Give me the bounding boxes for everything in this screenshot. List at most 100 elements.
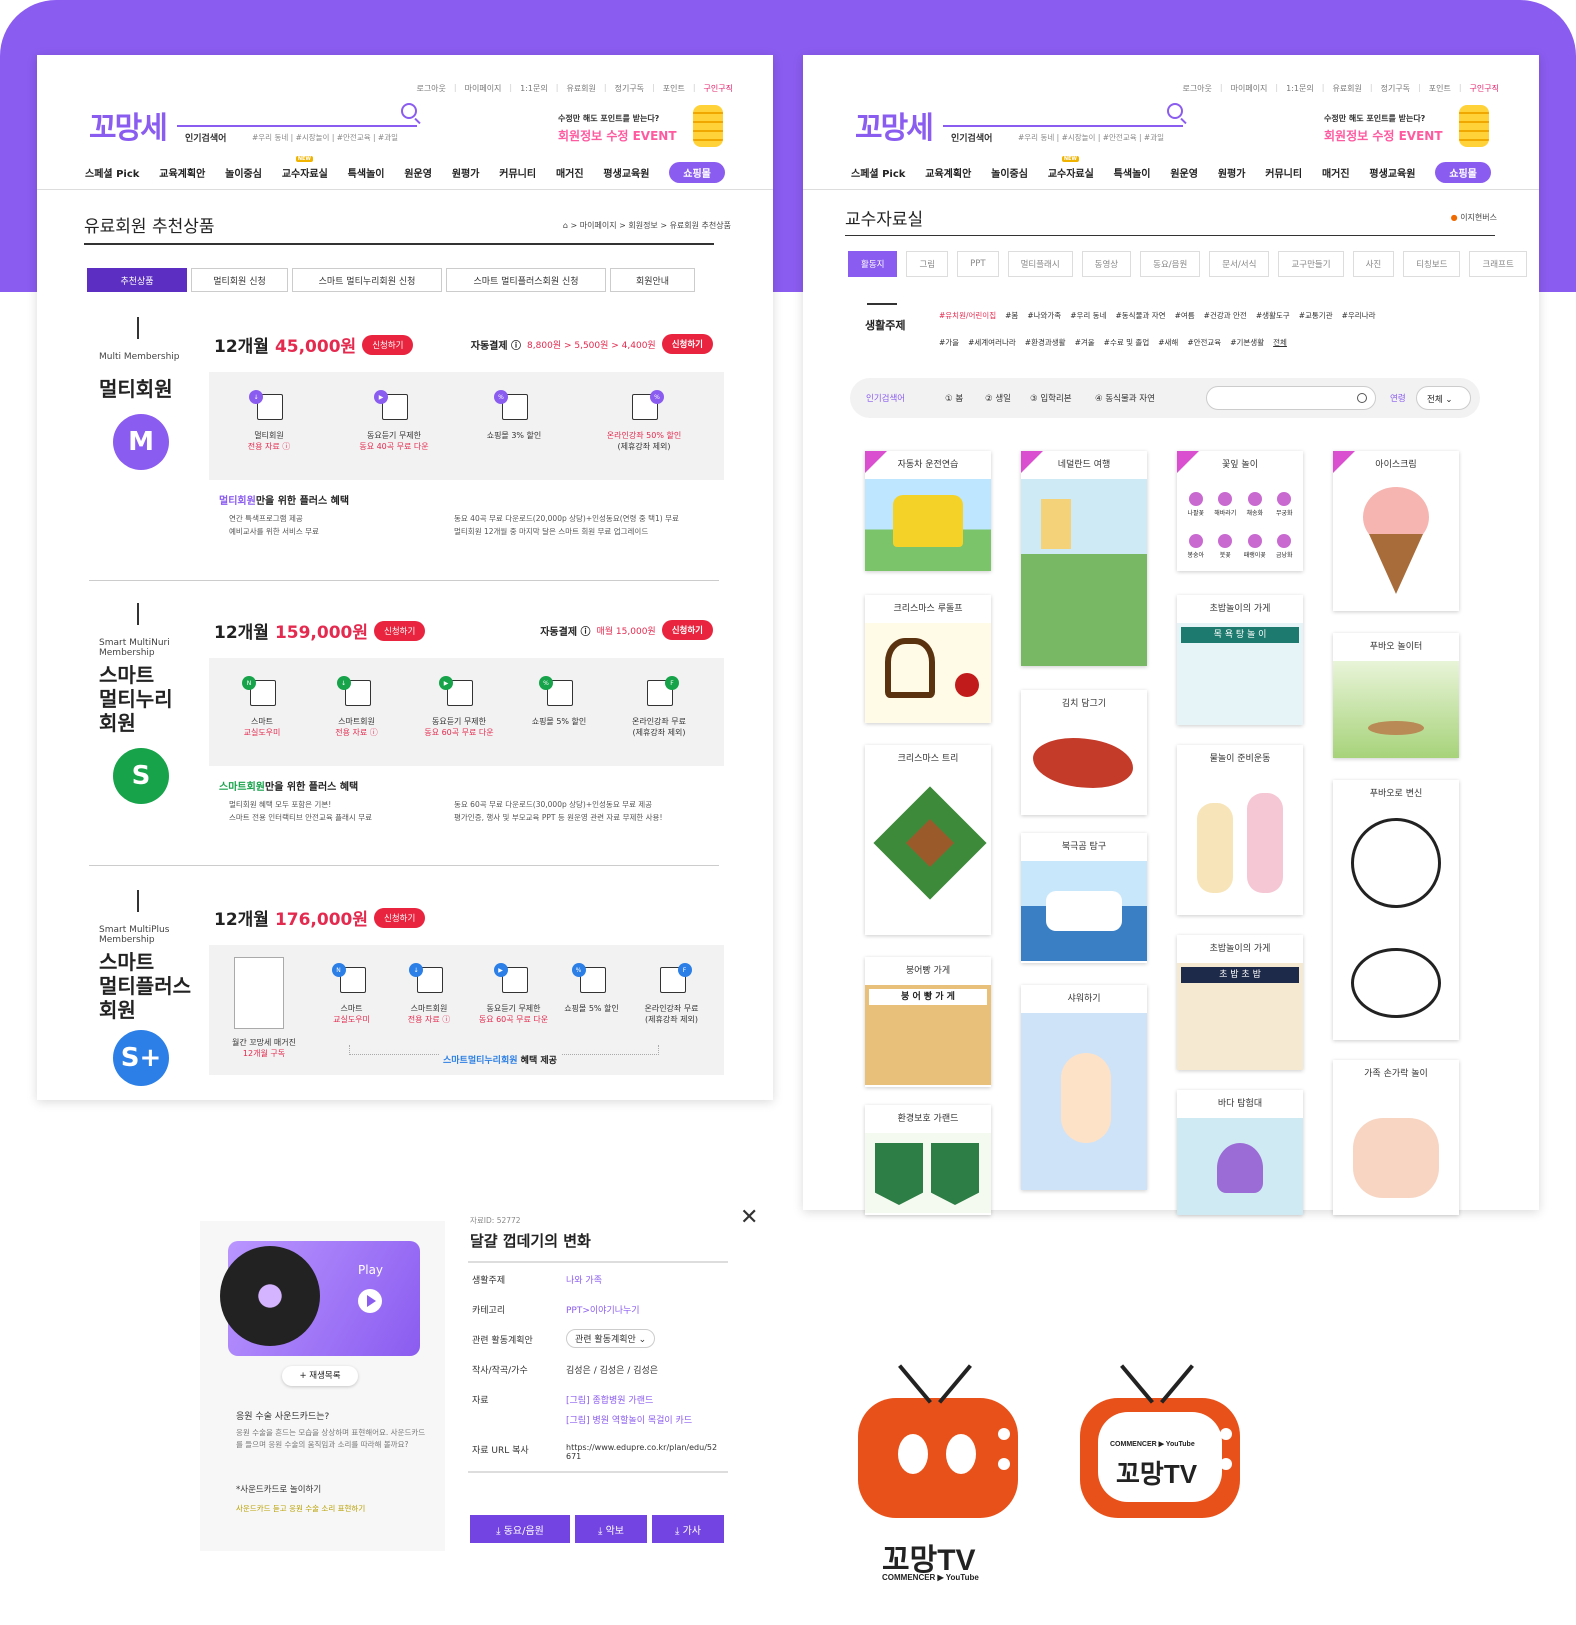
inquiry-link[interactable]: 1:1문의 bbox=[1286, 83, 1314, 94]
nav-evaluation[interactable]: 원평가 bbox=[1218, 165, 1246, 180]
theme-tag[interactable]: 전체 bbox=[1273, 337, 1287, 348]
tab-craft[interactable]: 크래프트 bbox=[1469, 251, 1527, 277]
logo[interactable]: 꼬망세 bbox=[855, 103, 934, 147]
apply-button[interactable]: 신청하기 bbox=[374, 620, 426, 641]
add-playlist-button[interactable]: + 재생목록 bbox=[282, 1366, 358, 1386]
point-link[interactable]: 포인트 bbox=[663, 83, 685, 94]
mypage-link[interactable]: 마이페이지 bbox=[1231, 83, 1268, 94]
theme-tag[interactable]: #기본생활 bbox=[1230, 337, 1264, 348]
search-icon[interactable] bbox=[1167, 103, 1183, 119]
material-card[interactable]: 푸바오 놀이터 bbox=[1333, 633, 1459, 758]
tab-member-info[interactable]: 회원안내 bbox=[610, 268, 695, 292]
material-card[interactable]: 크리스마스 루돌프 bbox=[865, 595, 991, 723]
shop-button[interactable]: 쇼핑몰 bbox=[669, 162, 725, 183]
material-card[interactable]: 샤워하기 bbox=[1021, 985, 1147, 1190]
theme-tag[interactable]: #환경과생활 bbox=[1025, 337, 1066, 348]
download-score-button[interactable]: ⤓ 악보 bbox=[575, 1515, 647, 1543]
subscription-link[interactable]: 정기구독 bbox=[615, 83, 644, 94]
nav-operation[interactable]: 원운영 bbox=[404, 165, 432, 180]
download-song-button[interactable]: ⤓ 동요/음원 bbox=[470, 1515, 570, 1543]
search-icon[interactable] bbox=[401, 103, 417, 119]
material-card[interactable]: 아이스크림 bbox=[1333, 451, 1459, 611]
tab-worksheet[interactable]: 활동지 bbox=[848, 251, 898, 277]
nav-special-pick[interactable]: 스페셜 Pick bbox=[851, 165, 905, 180]
keyword-item[interactable]: ④ 동식물과 자연 bbox=[1095, 392, 1155, 404]
tab-multiflash[interactable]: 멀티플래시 bbox=[1007, 251, 1073, 277]
point-link[interactable]: 포인트 bbox=[1429, 83, 1451, 94]
jobs-link[interactable]: 구인구직 bbox=[1470, 83, 1499, 94]
material-card[interactable]: 물놀이 준비운동 bbox=[1177, 745, 1303, 915]
plan-select[interactable]: 관련 활동계획안 ⌄ bbox=[566, 1329, 656, 1348]
search-input[interactable] bbox=[943, 103, 1183, 127]
theme-tag[interactable]: #수료 및 졸업 bbox=[1104, 337, 1150, 348]
tab-picture[interactable]: 그림 bbox=[906, 251, 949, 277]
nav-play[interactable]: 놀이중심 bbox=[225, 165, 262, 180]
theme-tag[interactable]: #동식물과 자연 bbox=[1115, 310, 1165, 321]
search-icon[interactable] bbox=[1357, 393, 1367, 403]
apply-button[interactable]: 신청하기 bbox=[374, 907, 426, 928]
tab-song[interactable]: 동요/음원 bbox=[1140, 251, 1201, 277]
logout-link[interactable]: 로그아웃 bbox=[416, 83, 445, 94]
material-card[interactable]: 초밥놀이의 가게 목 욕 탕 놀 이 bbox=[1177, 595, 1303, 725]
apply-button[interactable]: 신청하기 bbox=[362, 334, 414, 355]
popular-keyword-tags[interactable]: #우리 동네 | #시장놀이 | #안전교육 | #과일 bbox=[252, 132, 398, 143]
tab-multi[interactable]: 멀티회원 신청 bbox=[191, 268, 288, 292]
paid-member-link[interactable]: 유료회원 bbox=[566, 83, 595, 94]
theme-tag[interactable]: #새해 bbox=[1158, 337, 1178, 348]
nav-magazine[interactable]: 매거진 bbox=[1322, 165, 1350, 180]
material-card[interactable]: 북극곰 탐구 bbox=[1021, 833, 1147, 963]
nav-special-play[interactable]: 특색놀이 bbox=[1114, 165, 1151, 180]
material-card[interactable]: 바다 탐험대 bbox=[1177, 1090, 1303, 1215]
play-button[interactable] bbox=[358, 1289, 382, 1313]
tab-recommended[interactable]: 추천상품 bbox=[87, 268, 187, 292]
jobs-link[interactable]: 구인구직 bbox=[704, 83, 733, 94]
shop-button[interactable]: 쇼핑몰 bbox=[1435, 162, 1491, 183]
nav-community[interactable]: 커뮤니티 bbox=[499, 165, 536, 180]
theme-tag[interactable]: #나와가족 bbox=[1027, 310, 1061, 321]
autopay-apply-button[interactable]: 신청하기 bbox=[661, 620, 713, 640]
tab-teaching-board[interactable]: 티칭보드 bbox=[1403, 251, 1461, 277]
nav-plan[interactable]: 교육계획안 bbox=[925, 165, 971, 180]
event-banner[interactable]: 수정만 해도 포인트를 받는다? 회원정보 수정 EVENT bbox=[558, 105, 723, 155]
age-select[interactable]: 전체 ⌄ bbox=[1416, 386, 1471, 410]
logo[interactable]: 꼬망세 bbox=[89, 103, 168, 147]
nav-evaluation[interactable]: 원평가 bbox=[452, 165, 480, 180]
keyword-item[interactable]: ③ 입학리본 bbox=[1030, 392, 1072, 404]
subscription-link[interactable]: 정기구독 bbox=[1381, 83, 1410, 94]
theme-tag[interactable]: #세계여러나라 bbox=[968, 337, 1016, 348]
nav-magazine[interactable]: 매거진 bbox=[556, 165, 584, 180]
keyword-item[interactable]: ① 봄 bbox=[945, 392, 963, 404]
material-card[interactable]: 꽃잎 놀이 나팔꽃 해바라기 채송화 무궁화 봉숭아 붓꽃 패랭이꽃 금낭화 bbox=[1177, 451, 1303, 571]
theme-tag[interactable]: #안전교육 bbox=[1187, 337, 1221, 348]
tab-teaching-tool[interactable]: 교구만들기 bbox=[1278, 251, 1344, 277]
row-value[interactable]: 나와 가족 bbox=[566, 1273, 602, 1286]
autopay-apply-button[interactable]: 신청하기 bbox=[661, 334, 713, 354]
nav-community[interactable]: 커뮤니티 bbox=[1265, 165, 1302, 180]
nav-lifelong[interactable]: 평생교육원 bbox=[1369, 165, 1415, 180]
tab-smart-multiplus[interactable]: 스마트 멀티플러스회원 신청 bbox=[446, 268, 606, 292]
paid-member-link[interactable]: 유료회원 bbox=[1332, 83, 1361, 94]
tab-photo[interactable]: 사진 bbox=[1352, 251, 1395, 277]
keyword-item[interactable]: ② 생일 bbox=[985, 392, 1011, 404]
theme-tag[interactable]: #교통기관 bbox=[1299, 310, 1333, 321]
material-card[interactable]: 초밥놀이의 가게 초 밥 초 밥 bbox=[1177, 935, 1303, 1070]
search-input[interactable] bbox=[177, 103, 417, 127]
filter-search-input[interactable] bbox=[1206, 386, 1376, 410]
close-icon[interactable]: ✕ bbox=[740, 1205, 758, 1230]
material-card[interactable]: 푸바오로 변신 bbox=[1333, 780, 1459, 1040]
material-card[interactable]: 가족 손가락 놀이 bbox=[1333, 1060, 1459, 1215]
material-card[interactable]: 크리스마스 트리 bbox=[865, 745, 991, 935]
tab-smart-multinuri[interactable]: 스마트 멀티누리회원 신청 bbox=[292, 268, 442, 292]
mypage-link[interactable]: 마이페이지 bbox=[465, 83, 502, 94]
row-value[interactable]: PPT>이야기나누기 bbox=[566, 1303, 640, 1316]
nav-special-pick[interactable]: 스페셜 Pick bbox=[85, 165, 139, 180]
material-card[interactable]: 자동차 운전연습 bbox=[865, 451, 991, 571]
theme-tag[interactable]: #생활도구 bbox=[1256, 310, 1290, 321]
theme-tag[interactable]: #건강과 안전 bbox=[1204, 310, 1247, 321]
theme-tag[interactable]: #우리 동네 bbox=[1070, 310, 1106, 321]
theme-tag[interactable]: #겨울 bbox=[1075, 337, 1095, 348]
tab-ppt[interactable]: PPT bbox=[957, 251, 999, 277]
breadcrumb[interactable]: ● 이지현버스 bbox=[1451, 212, 1497, 223]
download-lyrics-button[interactable]: ⤓ 가사 bbox=[652, 1515, 724, 1543]
theme-tag[interactable]: #여름 bbox=[1175, 310, 1195, 321]
